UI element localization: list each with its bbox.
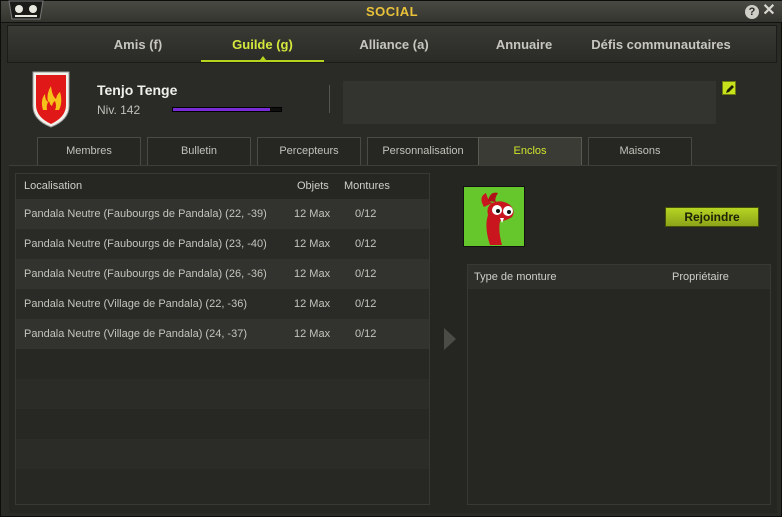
mount-table: Type de monture Propriétaire [467,264,771,505]
close-icon[interactable]: ✕ [761,3,777,19]
tab-directory[interactable]: Annuaire [482,26,566,62]
edit-bulletin-button[interactable] [722,81,736,95]
tab-community-challenges[interactable]: Défis communautaires [591,26,731,62]
empty-row [16,439,429,469]
empty-row [16,349,429,379]
column-mounts[interactable]: Montures [344,180,390,192]
window-title: SOCIAL [365,4,419,19]
arrow-right-icon [444,328,456,350]
tab-friends[interactable]: Amis (f) [96,26,180,62]
tab-bulletin[interactable]: Bulletin [147,137,251,166]
column-location[interactable]: Localisation [24,180,82,192]
paddock-list: Localisation Objets Montures Pandala Neu… [15,173,430,505]
row-objects: 12 Max [294,268,331,280]
tab-paddocks[interactable]: Enclos [478,137,582,166]
table-row[interactable]: Pandala Neutre (Faubourgs de Pandala) (2… [16,229,429,259]
guild-emblem-icon [32,71,70,128]
bulletin-preview [343,81,716,124]
dragoturkey-icon [464,187,524,246]
row-objects: 12 Max [294,328,331,340]
row-location: Pandala Neutre (Faubourgs de Pandala) (2… [24,238,267,250]
tab-alliance[interactable]: Alliance (a) [344,26,444,62]
row-location: Pandala Neutre (Village de Pandala) (22,… [24,298,247,310]
mount-table-header: Type de monture Propriétaire [468,265,770,289]
tab-customization[interactable]: Personnalisation [367,137,479,166]
row-objects: 12 Max [294,238,331,250]
tab-members[interactable]: Membres [37,137,141,166]
guild-name: Tenjo Tenge [97,82,178,98]
row-location: Pandala Neutre (Village de Pandala) (24,… [24,328,247,340]
paddock-list-header: Localisation Objets Montures [16,174,429,198]
row-location: Pandala Neutre (Faubourgs de Pandala) (2… [24,208,267,220]
xp-bar-fill [173,108,271,111]
join-button[interactable]: Rejoindre [665,207,759,227]
header-divider [329,85,330,113]
tab-houses[interactable]: Maisons [588,137,692,166]
row-mounts: 0/12 [355,208,377,220]
xp-bar [172,107,282,112]
guild-level: Niv. 142 [97,103,141,117]
mount-thumbnail [463,186,525,247]
column-objects[interactable]: Objets [297,180,329,192]
tab-collectors[interactable]: Percepteurs [257,137,361,166]
empty-row [16,469,429,504]
table-row[interactable]: Pandala Neutre (Faubourgs de Pandala) (2… [16,259,429,289]
column-owner[interactable]: Propriétaire [672,271,729,283]
row-mounts: 0/12 [355,238,377,250]
row-objects: 12 Max [294,208,331,220]
table-row[interactable]: Pandala Neutre (Village de Pandala) (22,… [16,289,429,319]
table-row[interactable]: Pandala Neutre (Faubourgs de Pandala) (2… [16,199,429,229]
table-row[interactable]: Pandala Neutre (Village de Pandala) (24,… [16,319,429,349]
sub-tab-bar: Membres Bulletin Percepteurs Personnalis… [9,135,775,166]
column-mount-type[interactable]: Type de monture [474,271,557,283]
title-bar[interactable]: SOCIAL ? ✕ [1,0,782,23]
empty-row [16,379,429,409]
row-mounts: 0/12 [355,298,377,310]
tab-guild[interactable]: Guilde (g) [201,26,324,62]
row-objects: 12 Max [294,298,331,310]
row-mounts: 0/12 [355,268,377,280]
social-window: SOCIAL ? ✕ Amis (f) Guilde (g) Alliance … [0,0,782,517]
row-location: Pandala Neutre (Faubourgs de Pandala) (2… [24,268,267,280]
row-mounts: 0/12 [355,328,377,340]
empty-row [16,409,429,439]
help-icon[interactable]: ? [745,5,759,19]
main-tab-bar: Amis (f) Guilde (g) Alliance (a) Annuair… [7,25,777,63]
pencil-icon [726,85,734,93]
